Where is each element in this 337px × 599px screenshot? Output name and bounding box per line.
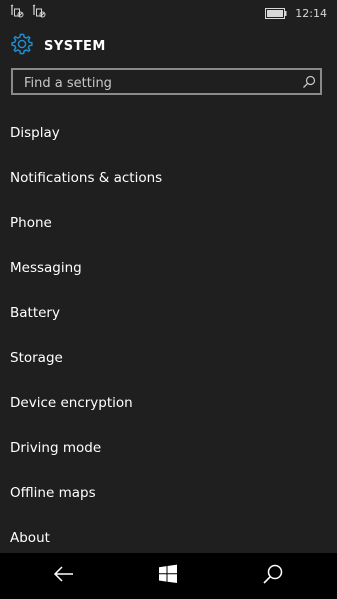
status-right: 12:14 xyxy=(265,4,327,23)
navigation-bar xyxy=(0,553,337,599)
start-button[interactable] xyxy=(138,553,198,599)
menu-item-label: About xyxy=(10,529,50,546)
page-title: SYSTEM xyxy=(44,38,106,54)
menu-item-storage[interactable]: Storage xyxy=(0,335,337,380)
menu-item-offline-maps[interactable]: Offline maps xyxy=(0,470,337,515)
status-left xyxy=(10,3,46,22)
menu-item-notifications[interactable]: Notifications & actions xyxy=(0,155,337,200)
settings-list: Display Notifications & actions Phone Me… xyxy=(0,110,337,560)
menu-item-label: Notifications & actions xyxy=(10,169,163,186)
menu-item-label: Battery xyxy=(10,304,60,321)
gear-icon xyxy=(10,32,34,60)
menu-item-display[interactable]: Display xyxy=(0,110,337,155)
menu-item-label: Driving mode xyxy=(10,439,102,456)
search-box[interactable] xyxy=(11,68,322,95)
menu-item-messaging[interactable]: Messaging xyxy=(0,245,337,290)
menu-item-label: Display xyxy=(10,124,60,141)
menu-item-label: Phone xyxy=(10,214,52,231)
menu-item-device-encryption[interactable]: Device encryption xyxy=(0,380,337,425)
status-bar: 12:14 xyxy=(0,0,337,24)
sim1-no-signal-icon xyxy=(10,3,24,22)
menu-item-label: Messaging xyxy=(10,259,82,276)
menu-item-driving-mode[interactable]: Driving mode xyxy=(0,425,337,470)
menu-item-label: Device encryption xyxy=(10,394,133,411)
windows-start-icon xyxy=(158,564,178,588)
page-header: SYSTEM xyxy=(10,32,106,60)
menu-item-label: Storage xyxy=(10,349,63,366)
search-icon[interactable] xyxy=(302,74,316,93)
search-button[interactable] xyxy=(243,553,303,599)
search-icon xyxy=(262,563,284,589)
menu-item-battery[interactable]: Battery xyxy=(0,290,337,335)
menu-item-phone[interactable]: Phone xyxy=(0,200,337,245)
search-input[interactable] xyxy=(22,73,296,93)
back-button[interactable] xyxy=(34,553,94,599)
clock: 12:14 xyxy=(295,7,327,20)
back-arrow-icon xyxy=(53,565,75,587)
sim2-no-signal-icon xyxy=(32,3,46,22)
menu-item-label: Offline maps xyxy=(10,484,96,501)
battery-icon xyxy=(265,4,287,23)
